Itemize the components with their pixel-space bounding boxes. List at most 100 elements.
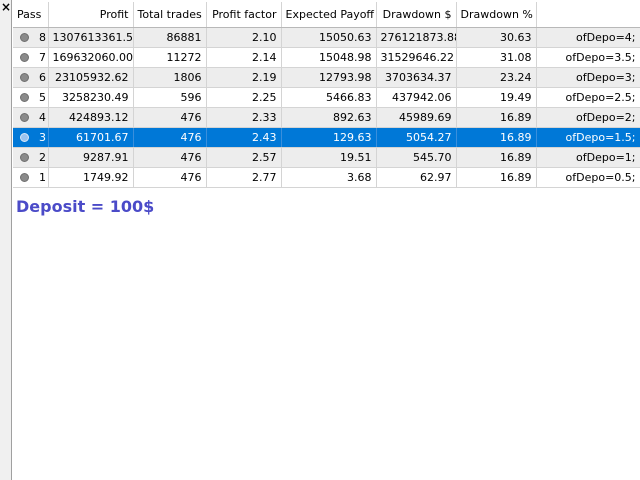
profit-cell: 61701.67 [48,127,134,148]
parameters-cell: ofDepo=1.5; [536,127,640,148]
pass-number: 2 [39,150,46,164]
table-row[interactable]: 6 23105932.62 1806 2.19 12793.98 3703634.37 23… [13,67,640,88]
total-trades-cell: 476 [133,107,207,128]
pass-cell: 7 [13,47,49,68]
drawdown-pct-cell: 31.08 [456,47,537,68]
pass-number: 4 [39,110,46,124]
total-trades-cell: 11272 [133,47,207,68]
drawdown-pct-cell: 23.24 [456,67,537,88]
table-row[interactable]: 7 169632060.00 11272 2.14 15048.98 31529646.2… [13,47,640,68]
drawdown-pct-cell: 16.89 [456,167,537,188]
pass-number: 5 [39,90,46,104]
pass-status-dot-icon [20,52,29,62]
total-trades-cell: 596 [133,87,207,108]
drawdown-usd-cell: 545.70 [376,147,457,168]
parameters-cell: ofDepo=3.5; [536,47,640,68]
pass-cell: 5 [13,87,49,108]
expected-payoff-cell: 3.68 [281,167,377,188]
pass-cell: 3 [13,127,49,148]
pass-status-dot-icon [20,112,29,122]
column-header-profit[interactable]: Profit [48,2,134,28]
drawdown-usd-cell: 3703634.37 [376,67,457,88]
pass-cell: 2 [13,147,49,168]
profit-cell: 1749.92 [48,167,134,188]
pass-number: 6 [39,70,46,84]
pass-number: 1 [39,170,46,184]
table-row[interactable]: 8 1307613361.55 86881 2.10 15050.63 276121873… [13,27,640,48]
parameters-cell: ofDepo=0.5; [536,167,640,188]
column-header-parameters[interactable] [536,2,640,28]
column-header-drawdown-usd[interactable]: Drawdown $ [376,2,457,28]
table-row[interactable]: 4 424893.12 476 2.33 892.63 45989.69 16.89 ofDe… [13,107,640,128]
expected-payoff-cell: 15048.98 [281,47,377,68]
profit-cell: 424893.12 [48,107,134,128]
expected-payoff-cell: 5466.83 [281,87,377,108]
column-header-profit-factor[interactable]: Profit factor [206,2,282,28]
header-row: Pass Profit Total trades Profit factor E… [13,2,640,28]
optimization-results-table: Pass Profit Total trades Profit factor E… [13,2,640,188]
drawdown-usd-cell: 437942.06 [376,87,457,108]
pass-cell: 6 [13,67,49,88]
pass-status-dot-icon [20,32,29,42]
total-trades-cell: 476 [133,127,207,148]
pass-status-dot-icon [20,172,29,182]
total-trades-cell: 1806 [133,67,207,88]
parameters-cell: ofDepo=2.5; [536,87,640,108]
pass-status-dot-icon [20,92,29,102]
parameters-cell: ofDepo=2; [536,107,640,128]
side-panel-bar: × [0,0,12,480]
expected-payoff-cell: 892.63 [281,107,377,128]
drawdown-usd-cell: 45989.69 [376,107,457,128]
profit-cell: 1307613361.55 [48,27,134,48]
profit-cell: 9287.91 [48,147,134,168]
profit-cell: 169632060.00 [48,47,134,68]
pass-status-dot-icon [20,152,29,162]
profit-factor-cell: 2.43 [206,127,282,148]
drawdown-pct-cell: 30.63 [456,27,537,48]
pass-number: 8 [39,30,46,44]
pass-cell: 8 [13,27,49,48]
deposit-annotation: Deposit = 100$ [16,197,155,216]
parameters-cell: ofDepo=3; [536,67,640,88]
table-row[interactable]: 5 3258230.49 596 2.25 5466.83 437942.06 19.49 o… [13,87,640,108]
drawdown-pct-cell: 16.89 [456,147,537,168]
profit-factor-cell: 2.33 [206,107,282,128]
profit-factor-cell: 2.10 [206,27,282,48]
expected-payoff-cell: 129.63 [281,127,377,148]
column-header-expected-payoff[interactable]: Expected Payoff [281,2,377,28]
expected-payoff-cell: 12793.98 [281,67,377,88]
drawdown-usd-cell: 31529646.22 [376,47,457,68]
total-trades-cell: 86881 [133,27,207,48]
profit-cell: 3258230.49 [48,87,134,108]
pass-status-dot-icon [20,132,29,142]
table-row[interactable]: 1 1749.92 476 2.77 3.68 62.97 16.89 ofDepo=0.5; [13,167,640,188]
close-icon[interactable]: × [1,0,11,14]
parameters-cell: ofDepo=1; [536,147,640,168]
drawdown-usd-cell: 5054.27 [376,127,457,148]
pass-number: 3 [39,130,46,144]
expected-payoff-cell: 19.51 [281,147,377,168]
table-row[interactable]: 2 9287.91 476 2.57 19.51 545.70 16.89 ofDepo=1; [13,147,640,168]
pass-number: 7 [39,50,46,64]
column-header-drawdown-pct[interactable]: Drawdown % [456,2,537,28]
profit-factor-cell: 2.57 [206,147,282,168]
column-header-total-trades[interactable]: Total trades [133,2,207,28]
table-row[interactable]: 3 61701.67 476 2.43 129.63 5054.27 16.89 ofDepo… [13,127,640,148]
profit-factor-cell: 2.14 [206,47,282,68]
profit-factor-cell: 2.19 [206,67,282,88]
pass-cell: 4 [13,107,49,128]
profit-cell: 23105932.62 [48,67,134,88]
profit-factor-cell: 2.77 [206,167,282,188]
expected-payoff-cell: 15050.63 [281,27,377,48]
drawdown-pct-cell: 16.89 [456,127,537,148]
drawdown-pct-cell: 16.89 [456,107,537,128]
total-trades-cell: 476 [133,167,207,188]
drawdown-usd-cell: 276121873.88 [376,27,457,48]
pass-status-dot-icon [20,72,29,82]
parameters-cell: ofDepo=4; [536,27,640,48]
total-trades-cell: 476 [133,147,207,168]
drawdown-pct-cell: 19.49 [456,87,537,108]
pass-cell: 1 [13,167,49,188]
column-header-pass[interactable]: Pass [13,2,49,28]
drawdown-usd-cell: 62.97 [376,167,457,188]
